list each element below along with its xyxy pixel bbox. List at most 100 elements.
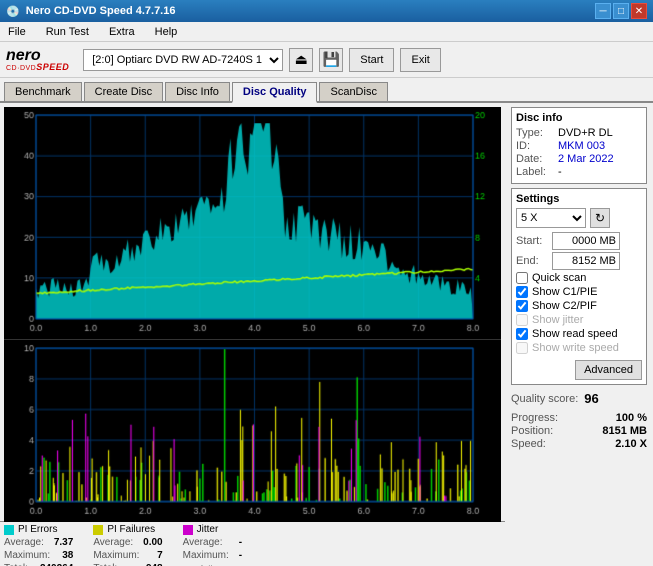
- show-c1pie-row: Show C1/PIE: [516, 286, 642, 298]
- settings-section: Settings 5 X ↻ Start: End: Quick scan: [511, 188, 647, 385]
- quick-scan-label: Quick scan: [532, 272, 586, 284]
- jitter-icon: [183, 525, 193, 535]
- disc-type-label: Type:: [516, 127, 554, 139]
- pi-errors-title: PI Errors: [18, 524, 57, 535]
- speed-row: 5 X ↻: [516, 208, 642, 228]
- start-button[interactable]: Start: [349, 48, 394, 72]
- refresh-button[interactable]: ↻: [590, 208, 610, 228]
- save-icon[interactable]: 💾: [319, 48, 343, 72]
- disc-id-value: MKM 003: [558, 140, 605, 152]
- menu-extra[interactable]: Extra: [105, 25, 139, 39]
- show-c2pif-checkbox[interactable]: [516, 300, 528, 312]
- start-mb-input[interactable]: [552, 232, 620, 250]
- tab-disc-info[interactable]: Disc Info: [165, 82, 230, 101]
- quick-scan-row: Quick scan: [516, 272, 642, 284]
- jitter-avg-label: Average:: [183, 537, 223, 548]
- window-controls: ─ □ ✕: [595, 3, 647, 19]
- show-c1pie-label: Show C1/PIE: [532, 286, 597, 298]
- disc-info-section: Disc info Type: DVD+R DL ID: MKM 003 Dat…: [511, 107, 647, 184]
- app-icon: 💿: [6, 5, 20, 18]
- bottom-chart-canvas: [4, 340, 501, 522]
- drive-select[interactable]: [2:0] Optiarc DVD RW AD-7240S 1.04: [83, 49, 283, 71]
- quality-score-row: Quality score: 96: [511, 391, 647, 406]
- legend-area: PI Errors Average: 7.37 Maximum: 38 Tota…: [0, 521, 505, 566]
- pi-errors-avg-value: 7.37: [54, 537, 73, 548]
- show-c2pif-row: Show C2/PIF: [516, 300, 642, 312]
- menu-file[interactable]: File: [4, 25, 30, 39]
- show-jitter-row: Show jitter: [516, 314, 642, 326]
- exit-button[interactable]: Exit: [400, 48, 440, 72]
- quality-score-value: 96: [584, 391, 598, 406]
- pi-failures-max-label: Maximum:: [93, 550, 139, 561]
- pi-failures-total-label: Total:: [93, 563, 117, 566]
- pi-errors-icon: [4, 525, 14, 535]
- legend-jitter: Jitter Average: - Maximum: - PO failures…: [183, 524, 242, 566]
- top-chart: [4, 107, 501, 340]
- disc-date-value: 2 Mar 2022: [558, 153, 614, 165]
- disc-type-value: DVD+R DL: [558, 127, 613, 139]
- maximize-button[interactable]: □: [613, 3, 629, 19]
- po-failures-row: PO failures: -: [183, 565, 242, 566]
- close-button[interactable]: ✕: [631, 3, 647, 19]
- pi-failures-avg-label: Average:: [93, 537, 133, 548]
- disc-id-label: ID:: [516, 140, 554, 152]
- show-c1pie-checkbox[interactable]: [516, 286, 528, 298]
- advanced-button[interactable]: Advanced: [575, 360, 642, 380]
- disc-date-row: Date: 2 Mar 2022: [516, 153, 642, 165]
- show-jitter-checkbox: [516, 314, 528, 326]
- menu-run-test[interactable]: Run Test: [42, 25, 93, 39]
- show-c2pif-label: Show C2/PIF: [532, 300, 597, 312]
- logo: nero CD·DVDSPEED: [6, 48, 69, 72]
- disc-id-row: ID: MKM 003: [516, 140, 642, 152]
- pi-failures-total-value: 948: [146, 563, 163, 566]
- jitter-avg-value: -: [239, 537, 242, 548]
- pi-errors-total-value: 240264: [40, 563, 73, 566]
- eject-icon[interactable]: ⏏: [289, 48, 313, 72]
- show-write-speed-row: Show write speed: [516, 342, 642, 354]
- position-row: Position: 8151 MB: [511, 425, 647, 437]
- position-label: Position:: [511, 425, 553, 437]
- progress-value: 100 %: [616, 412, 647, 424]
- bottom-chart: [4, 340, 501, 522]
- jitter-max-value: -: [239, 550, 242, 561]
- quality-score-label: Quality score:: [511, 393, 578, 405]
- title-bar: 💿 Nero CD-DVD Speed 4.7.7.16 ─ □ ✕: [0, 0, 653, 22]
- tab-create-disc[interactable]: Create Disc: [84, 82, 163, 101]
- position-value: 8151 MB: [602, 425, 647, 437]
- pi-errors-max-label: Maximum:: [4, 550, 50, 561]
- show-read-speed-label: Show read speed: [532, 328, 618, 340]
- settings-title: Settings: [516, 193, 642, 205]
- main-content: PI Errors Average: 7.37 Maximum: 38 Tota…: [0, 103, 653, 533]
- end-mb-row: End:: [516, 252, 642, 270]
- pi-errors-max-value: 38: [62, 550, 73, 561]
- tab-bar: Benchmark Create Disc Disc Info Disc Qua…: [0, 78, 653, 103]
- disc-type-row: Type: DVD+R DL: [516, 127, 642, 139]
- start-mb-row: Start:: [516, 232, 642, 250]
- legend-pi-failures: PI Failures Average: 0.00 Maximum: 7 Tot…: [93, 524, 162, 566]
- end-mb-label: End:: [516, 255, 548, 267]
- jitter-title: Jitter: [197, 524, 219, 535]
- menu-help[interactable]: Help: [151, 25, 182, 39]
- jitter-max-label: Maximum:: [183, 550, 229, 561]
- end-mb-input[interactable]: [552, 252, 620, 270]
- show-jitter-label: Show jitter: [532, 314, 583, 326]
- side-panel: Disc info Type: DVD+R DL ID: MKM 003 Dat…: [505, 103, 653, 533]
- po-failures-label: PO failures:: [183, 565, 235, 566]
- disc-label-value: -: [558, 166, 562, 178]
- quick-scan-checkbox[interactable]: [516, 272, 528, 284]
- disc-date-label: Date:: [516, 153, 554, 165]
- speed-value: 2.10 X: [615, 438, 647, 450]
- speed-label: Speed:: [511, 438, 546, 450]
- tab-disc-quality[interactable]: Disc Quality: [232, 82, 318, 103]
- logo-sub: CD·DVDSPEED: [6, 62, 69, 72]
- progress-row: Progress: 100 %: [511, 412, 647, 424]
- speed-select[interactable]: 5 X: [516, 208, 586, 228]
- tab-benchmark[interactable]: Benchmark: [4, 82, 82, 101]
- pi-errors-total-label: Total:: [4, 563, 28, 566]
- progress-label: Progress:: [511, 412, 558, 424]
- pi-errors-avg-label: Average:: [4, 537, 44, 548]
- tab-scan-disc[interactable]: ScanDisc: [319, 82, 387, 101]
- disc-label-label: Label:: [516, 166, 554, 178]
- show-read-speed-checkbox[interactable]: [516, 328, 528, 340]
- minimize-button[interactable]: ─: [595, 3, 611, 19]
